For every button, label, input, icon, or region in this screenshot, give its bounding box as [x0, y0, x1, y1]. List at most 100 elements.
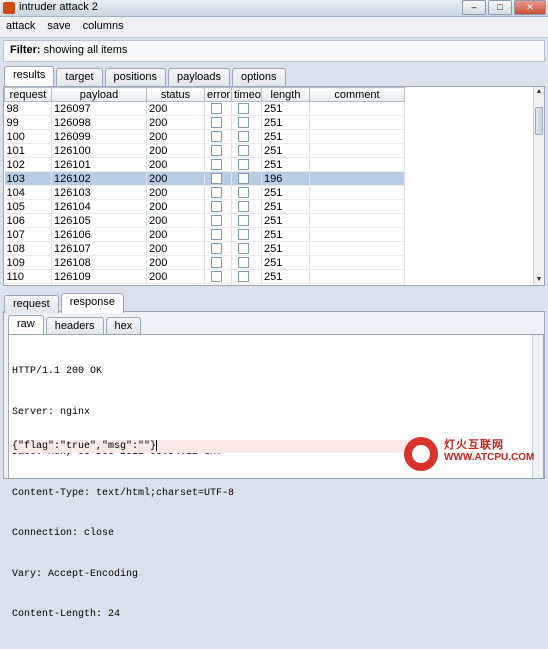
error-checkbox[interactable] — [211, 243, 222, 255]
menu-attack[interactable]: attack — [0, 17, 41, 37]
timeout-checkbox[interactable] — [238, 271, 249, 283]
cell-timeout — [231, 171, 262, 186]
cell-timeout — [231, 101, 262, 116]
tab-headers[interactable]: headers — [45, 317, 104, 335]
col-timeout[interactable]: timeo... — [231, 87, 262, 102]
cell-status: 200 — [146, 199, 205, 214]
menu-columns[interactable]: columns — [77, 17, 130, 37]
table-scrollbar[interactable]: ▲ ▼ — [533, 87, 544, 285]
timeout-checkbox[interactable] — [238, 257, 249, 269]
response-line: Server: nginx — [12, 406, 91, 418]
cell-error — [204, 157, 232, 172]
table-row[interactable]: 98 126097 200 251 — [4, 101, 405, 116]
table-row[interactable]: 110 126109 200 251 — [4, 269, 405, 284]
error-checkbox[interactable] — [211, 187, 222, 199]
table-row[interactable]: 99 126098 200 251 — [4, 115, 405, 130]
timeout-checkbox[interactable] — [238, 145, 249, 157]
timeout-checkbox[interactable] — [238, 131, 249, 143]
timeout-checkbox[interactable] — [238, 243, 249, 255]
cell-status: 200 — [146, 129, 205, 144]
tab-request[interactable]: request — [4, 295, 59, 313]
scroll-thumb[interactable] — [535, 107, 543, 135]
tab-raw[interactable]: raw — [8, 315, 44, 335]
scroll-up-icon[interactable]: ▲ — [534, 87, 544, 97]
table-row[interactable]: 108 126107 200 251 — [4, 241, 405, 256]
cell-length: 251 — [261, 101, 310, 116]
error-checkbox[interactable] — [211, 117, 222, 129]
filter-bar[interactable]: Filter: showing all items — [3, 40, 545, 62]
cell-error — [204, 283, 232, 286]
error-checkbox[interactable] — [211, 271, 222, 283]
tab-target[interactable]: target — [56, 68, 103, 86]
error-checkbox[interactable] — [211, 201, 222, 213]
table-row[interactable]: 102 126101 200 251 — [4, 157, 405, 172]
cell-error — [204, 241, 232, 256]
response-line: Connection: close — [12, 528, 115, 539]
cell-comment — [309, 171, 405, 186]
cell-request: 107 — [4, 227, 52, 242]
table-row[interactable]: 105 126104 200 251 — [4, 199, 405, 214]
cell-error — [204, 129, 232, 144]
detail-tabs: request response — [4, 293, 124, 313]
cell-length: 251 — [261, 129, 310, 144]
table-row[interactable]: 100 126099 200 251 — [4, 129, 405, 144]
col-error[interactable]: error — [204, 87, 232, 102]
error-checkbox[interactable] — [211, 145, 222, 157]
cell-length: 251 — [261, 213, 310, 228]
table-row[interactable]: 109 126108 200 251 — [4, 255, 405, 270]
cell-error — [204, 227, 232, 242]
timeout-checkbox[interactable] — [238, 215, 249, 227]
table-row[interactable]: 107 126106 200 251 — [4, 227, 405, 242]
response-body-line[interactable]: {"flag":"true","msg":""} — [10, 440, 432, 453]
table-row[interactable]: 111126110200 251 — [4, 283, 405, 286]
cell-payload: 126099 — [51, 129, 147, 144]
cell-comment — [309, 101, 405, 116]
cell-timeout — [231, 227, 262, 242]
minimize-button[interactable]: – — [462, 0, 486, 15]
scroll-down-icon[interactable]: ▼ — [534, 275, 544, 285]
maximize-button[interactable]: □ — [488, 0, 512, 15]
tab-results[interactable]: results — [4, 66, 55, 86]
timeout-checkbox[interactable] — [238, 159, 249, 171]
table-row[interactable]: 101 126100 200 251 — [4, 143, 405, 158]
error-checkbox[interactable] — [211, 103, 222, 115]
error-checkbox[interactable] — [211, 285, 222, 286]
table-row[interactable]: 104 126103 200 251 — [4, 185, 405, 200]
tab-options[interactable]: options — [232, 68, 286, 86]
error-checkbox[interactable] — [211, 159, 222, 171]
cell-payload: 126097 — [51, 101, 147, 116]
cell-request: 98 — [4, 101, 52, 116]
error-checkbox[interactable] — [211, 173, 222, 185]
error-checkbox[interactable] — [211, 229, 222, 241]
col-request[interactable]: request — [4, 87, 52, 102]
cell-status: 200 — [146, 227, 205, 242]
menu-save[interactable]: save — [41, 17, 76, 37]
timeout-checkbox[interactable] — [238, 103, 249, 115]
tab-response[interactable]: response — [60, 293, 124, 313]
timeout-checkbox[interactable] — [238, 187, 249, 199]
tab-payloads[interactable]: payloads — [167, 68, 231, 86]
col-length[interactable]: length — [261, 87, 310, 102]
error-checkbox[interactable] — [211, 131, 222, 143]
tab-hex[interactable]: hex — [105, 317, 142, 335]
app-icon — [3, 2, 15, 14]
timeout-checkbox[interactable] — [238, 229, 249, 241]
col-payload[interactable]: payload — [51, 87, 147, 102]
error-checkbox[interactable] — [211, 215, 222, 227]
col-comment[interactable]: comment — [309, 87, 405, 102]
tab-positions[interactable]: positions — [104, 68, 166, 86]
timeout-checkbox[interactable] — [238, 117, 249, 129]
col-status[interactable]: status — [146, 87, 205, 102]
error-checkbox[interactable] — [211, 257, 222, 269]
table-row[interactable]: 103 126102 200 196 — [4, 171, 405, 186]
cell-timeout — [231, 157, 262, 172]
timeout-checkbox[interactable] — [238, 201, 249, 213]
close-button[interactable]: ✕ — [514, 0, 546, 15]
cell-comment — [309, 255, 405, 270]
view-tabs: raw headers hex — [8, 315, 142, 335]
table-row[interactable]: 106 126105 200 251 — [4, 213, 405, 228]
cell-error — [204, 101, 232, 116]
timeout-checkbox[interactable] — [238, 173, 249, 185]
timeout-checkbox[interactable] — [238, 285, 249, 286]
cell-payload: 126104 — [51, 199, 147, 214]
